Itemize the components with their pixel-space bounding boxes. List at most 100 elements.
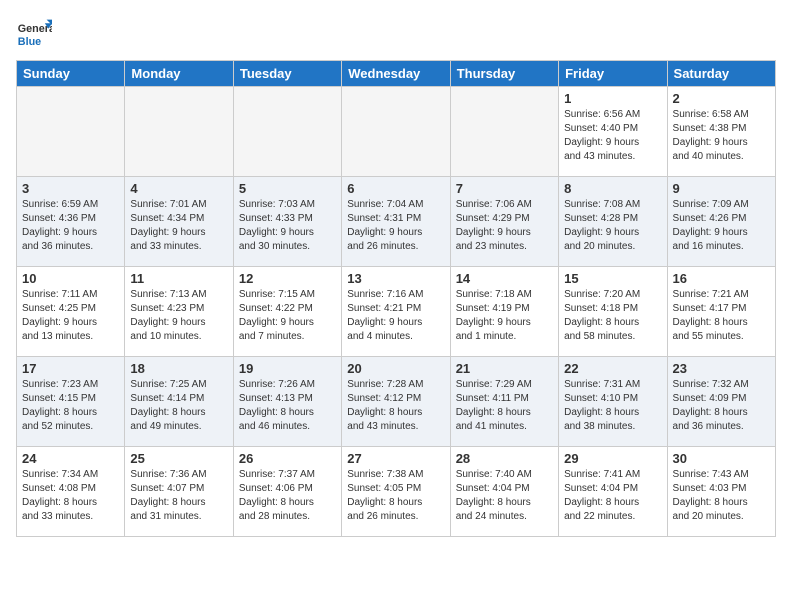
day-number: 14 [456, 271, 553, 286]
calendar-header-monday: Monday [125, 61, 233, 87]
calendar-cell: 7 Sunrise: 7:06 AM Sunset: 4:29 PM Daylig… [450, 177, 558, 267]
day-number: 7 [456, 181, 553, 196]
calendar-cell: 22 Sunrise: 7:31 AM Sunset: 4:10 PM Dayli… [559, 357, 667, 447]
day-info: Sunrise: 7:03 AM Sunset: 4:33 PM Dayligh… [239, 198, 336, 254]
day-number: 4 [130, 181, 227, 196]
day-info: Sunrise: 7:16 AM Sunset: 4:21 PM Dayligh… [347, 288, 444, 344]
day-number: 2 [673, 91, 770, 106]
calendar-cell: 25 Sunrise: 7:36 AM Sunset: 4:07 PM Dayli… [125, 447, 233, 537]
day-number: 25 [130, 451, 227, 466]
day-number: 29 [564, 451, 661, 466]
day-number: 10 [22, 271, 119, 286]
day-number: 24 [22, 451, 119, 466]
day-number: 15 [564, 271, 661, 286]
calendar-cell [17, 87, 125, 177]
calendar-week-row: 17 Sunrise: 7:23 AM Sunset: 4:15 PM Dayli… [17, 357, 776, 447]
day-number: 3 [22, 181, 119, 196]
calendar-header-sunday: Sunday [17, 61, 125, 87]
calendar-header-wednesday: Wednesday [342, 61, 450, 87]
calendar-header-thursday: Thursday [450, 61, 558, 87]
day-info: Sunrise: 6:59 AM Sunset: 4:36 PM Dayligh… [22, 198, 119, 254]
day-info: Sunrise: 7:32 AM Sunset: 4:09 PM Dayligh… [673, 378, 770, 434]
day-info: Sunrise: 7:29 AM Sunset: 4:11 PM Dayligh… [456, 378, 553, 434]
calendar-week-row: 24 Sunrise: 7:34 AM Sunset: 4:08 PM Dayli… [17, 447, 776, 537]
day-info: Sunrise: 7:26 AM Sunset: 4:13 PM Dayligh… [239, 378, 336, 434]
day-number: 18 [130, 361, 227, 376]
day-info: Sunrise: 7:40 AM Sunset: 4:04 PM Dayligh… [456, 468, 553, 524]
day-info: Sunrise: 7:43 AM Sunset: 4:03 PM Dayligh… [673, 468, 770, 524]
day-number: 26 [239, 451, 336, 466]
calendar-week-row: 1 Sunrise: 6:56 AM Sunset: 4:40 PM Daylig… [17, 87, 776, 177]
day-info: Sunrise: 7:06 AM Sunset: 4:29 PM Dayligh… [456, 198, 553, 254]
calendar-cell: 24 Sunrise: 7:34 AM Sunset: 4:08 PM Dayli… [17, 447, 125, 537]
day-number: 16 [673, 271, 770, 286]
calendar-cell: 4 Sunrise: 7:01 AM Sunset: 4:34 PM Daylig… [125, 177, 233, 267]
calendar-header-row: SundayMondayTuesdayWednesdayThursdayFrid… [17, 61, 776, 87]
calendar-cell: 28 Sunrise: 7:40 AM Sunset: 4:04 PM Dayli… [450, 447, 558, 537]
day-info: Sunrise: 7:21 AM Sunset: 4:17 PM Dayligh… [673, 288, 770, 344]
calendar-cell: 12 Sunrise: 7:15 AM Sunset: 4:22 PM Dayli… [233, 267, 341, 357]
day-info: Sunrise: 7:13 AM Sunset: 4:23 PM Dayligh… [130, 288, 227, 344]
calendar-cell: 1 Sunrise: 6:56 AM Sunset: 4:40 PM Daylig… [559, 87, 667, 177]
day-info: Sunrise: 7:04 AM Sunset: 4:31 PM Dayligh… [347, 198, 444, 254]
day-info: Sunrise: 7:20 AM Sunset: 4:18 PM Dayligh… [564, 288, 661, 344]
day-number: 19 [239, 361, 336, 376]
calendar-week-row: 10Sunrise: 7:11 AM Sunset: 4:25 PM Dayli… [17, 267, 776, 357]
day-number: 6 [347, 181, 444, 196]
calendar-cell: 21 Sunrise: 7:29 AM Sunset: 4:11 PM Dayli… [450, 357, 558, 447]
calendar-cell: 14 Sunrise: 7:18 AM Sunset: 4:19 PM Dayli… [450, 267, 558, 357]
logo: General Blue [16, 16, 52, 52]
calendar-cell [450, 87, 558, 177]
calendar-cell: 20 Sunrise: 7:28 AM Sunset: 4:12 PM Dayli… [342, 357, 450, 447]
calendar-header-friday: Friday [559, 61, 667, 87]
day-number: 8 [564, 181, 661, 196]
calendar-cell: 10Sunrise: 7:11 AM Sunset: 4:25 PM Dayli… [17, 267, 125, 357]
day-number: 28 [456, 451, 553, 466]
calendar-cell: 3 Sunrise: 6:59 AM Sunset: 4:36 PM Daylig… [17, 177, 125, 267]
day-info: Sunrise: 7:01 AM Sunset: 4:34 PM Dayligh… [130, 198, 227, 254]
calendar-cell: 29 Sunrise: 7:41 AM Sunset: 4:04 PM Dayli… [559, 447, 667, 537]
calendar-table: SundayMondayTuesdayWednesdayThursdayFrid… [16, 60, 776, 537]
header: General Blue [16, 16, 776, 52]
day-number: 27 [347, 451, 444, 466]
svg-text:Blue: Blue [18, 36, 41, 48]
calendar-cell: 23 Sunrise: 7:32 AM Sunset: 4:09 PM Dayli… [667, 357, 775, 447]
day-info: Sunrise: 7:23 AM Sunset: 4:15 PM Dayligh… [22, 378, 119, 434]
day-info: Sunrise: 7:36 AM Sunset: 4:07 PM Dayligh… [130, 468, 227, 524]
calendar-cell: 15 Sunrise: 7:20 AM Sunset: 4:18 PM Dayli… [559, 267, 667, 357]
calendar-cell: 2Sunrise: 6:58 AM Sunset: 4:38 PM Daylig… [667, 87, 775, 177]
day-number: 23 [673, 361, 770, 376]
day-number: 21 [456, 361, 553, 376]
logo-icon: General Blue [16, 16, 52, 52]
day-info: Sunrise: 7:25 AM Sunset: 4:14 PM Dayligh… [130, 378, 227, 434]
day-info: Sunrise: 7:41 AM Sunset: 4:04 PM Dayligh… [564, 468, 661, 524]
day-number: 30 [673, 451, 770, 466]
day-number: 5 [239, 181, 336, 196]
day-info: Sunrise: 7:34 AM Sunset: 4:08 PM Dayligh… [22, 468, 119, 524]
calendar-cell: 6 Sunrise: 7:04 AM Sunset: 4:31 PM Daylig… [342, 177, 450, 267]
day-info: Sunrise: 7:38 AM Sunset: 4:05 PM Dayligh… [347, 468, 444, 524]
day-info: Sunrise: 7:18 AM Sunset: 4:19 PM Dayligh… [456, 288, 553, 344]
calendar-header-tuesday: Tuesday [233, 61, 341, 87]
calendar-header-saturday: Saturday [667, 61, 775, 87]
day-info: Sunrise: 6:56 AM Sunset: 4:40 PM Dayligh… [564, 108, 661, 164]
calendar-cell: 5 Sunrise: 7:03 AM Sunset: 4:33 PM Daylig… [233, 177, 341, 267]
day-number: 20 [347, 361, 444, 376]
day-info: Sunrise: 7:08 AM Sunset: 4:28 PM Dayligh… [564, 198, 661, 254]
day-number: 17 [22, 361, 119, 376]
calendar-cell: 13 Sunrise: 7:16 AM Sunset: 4:21 PM Dayli… [342, 267, 450, 357]
calendar-cell: 11Sunrise: 7:13 AM Sunset: 4:23 PM Dayli… [125, 267, 233, 357]
day-info: Sunrise: 7:31 AM Sunset: 4:10 PM Dayligh… [564, 378, 661, 434]
day-number: 12 [239, 271, 336, 286]
day-info: Sunrise: 7:15 AM Sunset: 4:22 PM Dayligh… [239, 288, 336, 344]
day-number: 13 [347, 271, 444, 286]
day-info: Sunrise: 7:28 AM Sunset: 4:12 PM Dayligh… [347, 378, 444, 434]
day-info: Sunrise: 7:37 AM Sunset: 4:06 PM Dayligh… [239, 468, 336, 524]
page-container: General Blue SundayMondayTuesdayWednesda… [16, 16, 776, 537]
calendar-cell: 9Sunrise: 7:09 AM Sunset: 4:26 PM Daylig… [667, 177, 775, 267]
day-number: 1 [564, 91, 661, 106]
day-number: 22 [564, 361, 661, 376]
calendar-week-row: 3 Sunrise: 6:59 AM Sunset: 4:36 PM Daylig… [17, 177, 776, 267]
calendar-cell: 19 Sunrise: 7:26 AM Sunset: 4:13 PM Dayli… [233, 357, 341, 447]
calendar-cell [342, 87, 450, 177]
